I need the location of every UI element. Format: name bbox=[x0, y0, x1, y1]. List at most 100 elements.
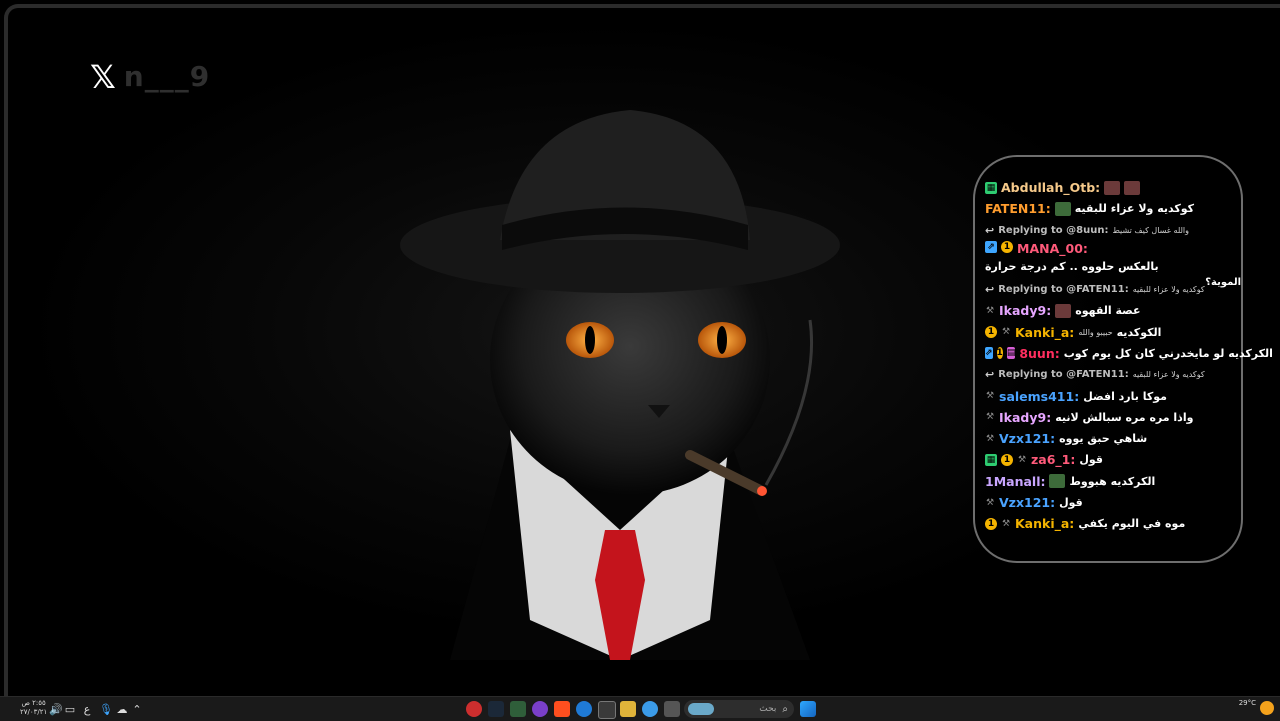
chat-message[interactable]: ▦ Abdullah_Otb: bbox=[985, 177, 1241, 198]
chat-message[interactable]: ⚒ Ikady9: عصة القهوه bbox=[985, 300, 1241, 321]
chat-message-text: شاهي حبق يووه bbox=[1059, 432, 1148, 446]
chat-emote-icon bbox=[1054, 201, 1071, 216]
chat-message-text: قول bbox=[1079, 453, 1104, 467]
reply-quoted-text: كوكديه ولا عزاء للبقيه bbox=[1132, 370, 1205, 380]
gold-badge-icon: 1 bbox=[985, 517, 997, 530]
chat-message-text: كوكديه ولا عزاء للبقيه bbox=[1074, 202, 1195, 216]
moderator-badge-icon: ⚒ bbox=[1001, 518, 1011, 529]
chat-message[interactable]: FATEN11: كوكديه ولا عزاء للبقيه bbox=[985, 198, 1241, 219]
chat-subtext: حبيبو والله bbox=[1078, 327, 1113, 337]
xbox-icon[interactable] bbox=[510, 701, 526, 717]
chat-message-text: موكا بارد افضل bbox=[1083, 389, 1167, 403]
reply-label: Replying to @8uun: bbox=[998, 224, 1109, 236]
chat-emote-icon bbox=[1124, 180, 1141, 195]
search-highlight-image bbox=[688, 703, 714, 715]
chat-username[interactable]: 8uun: bbox=[1019, 346, 1059, 361]
verified-badge-icon: ▦ bbox=[985, 453, 997, 466]
verified-badge-icon: ▦ bbox=[985, 181, 997, 194]
brave-browser-icon[interactable] bbox=[554, 701, 570, 717]
calculator-icon[interactable] bbox=[598, 701, 616, 719]
chat-emote-icon bbox=[1104, 180, 1121, 195]
search-icon: ⌕ bbox=[782, 703, 788, 715]
moderator-badge-icon: ⚒ bbox=[1001, 327, 1011, 338]
cat-wallpaper-art bbox=[400, 110, 840, 660]
chrome-icon[interactable] bbox=[642, 701, 658, 717]
taskbar-search[interactable]: بحث ⌕ bbox=[684, 700, 794, 718]
x-logo-icon: 𝕏 bbox=[90, 57, 116, 96]
chat-username[interactable]: Kanki_a: bbox=[1015, 516, 1074, 531]
chat-message[interactable]: ⚒ Vzx121: قول bbox=[985, 492, 1241, 513]
subscriber-badge-icon: ⇗ bbox=[985, 347, 993, 360]
reply-quoted-text: كوكديه ولا عزاء للبقيه bbox=[1132, 285, 1205, 295]
chat-message[interactable]: 1Manall: الكركديه هبووط bbox=[985, 471, 1241, 492]
moderator-badge-icon: ⚒ bbox=[1017, 454, 1027, 465]
taskbar-clock[interactable]: ٢:٥٥ ص ٢٧/٠٣/٢١ bbox=[20, 699, 47, 717]
reply-arrow-icon: ↩ bbox=[985, 368, 995, 382]
volume-icon[interactable]: 🔊 bbox=[49, 701, 63, 717]
taskbar: ٢:٥٥ ص ٢٧/٠٣/٢١ 🔊 ▭ ع 🎙 ☁ ⌃ بحث ⌕ 29°C bbox=[0, 696, 1280, 721]
chat-username[interactable]: 1Manall: bbox=[985, 474, 1045, 489]
app-icon-window[interactable] bbox=[664, 701, 680, 717]
microphone-icon[interactable]: 🎙 bbox=[99, 701, 113, 717]
chat-message-text: الكركديه هبووط bbox=[1069, 474, 1156, 488]
onedrive-icon[interactable]: ☁ bbox=[116, 701, 128, 717]
reply-arrow-icon: ↩ bbox=[985, 283, 995, 297]
gold-badge-icon: 1 bbox=[1001, 240, 1013, 253]
file-explorer-icon[interactable] bbox=[620, 701, 636, 717]
weather-widget[interactable]: 29°C bbox=[1238, 699, 1256, 708]
chat-message[interactable]: ⇗ 1 ▤ 8uun: الكركديه لو مايخدرني كان كل يوم … bbox=[985, 343, 1273, 364]
windows-start-icon[interactable] bbox=[800, 701, 816, 717]
chat-message[interactable]: 1 ⚒ Kanki_a: حبيبو والله الكوكديه bbox=[985, 321, 1241, 342]
reply-label: Replying to @FATEN11: bbox=[998, 369, 1129, 381]
subscriber-badge-icon: ⇗ bbox=[985, 240, 997, 253]
chat-message-text: الكركديه لو مايخدرني كان كل يوم كوب bbox=[1063, 346, 1273, 360]
gift-badge-icon: ▤ bbox=[1006, 347, 1016, 360]
chat-username[interactable]: MANA_00: bbox=[1017, 241, 1088, 256]
app-icon-discord[interactable] bbox=[532, 701, 548, 717]
chat-emote-icon bbox=[1049, 474, 1066, 489]
moderator-badge-icon: ⚒ bbox=[985, 305, 995, 316]
moderator-badge-icon: ⚒ bbox=[985, 412, 995, 423]
moderator-badge-icon: ⚒ bbox=[985, 433, 995, 444]
gold-badge-icon: 1 bbox=[985, 326, 997, 339]
chat-message[interactable]: ▦ 1 ⚒ za6_1: قول bbox=[985, 449, 1241, 470]
chat-message[interactable]: ⚒ Vzx121: شاهي حبق يووه bbox=[985, 428, 1241, 449]
stream-chat-overlay: ▦ Abdullah_Otb: FATEN11: كوكديه ولا عزاء لل… bbox=[973, 155, 1273, 563]
chat-message[interactable]: 1 ⚒ Kanki_a: موه في اليوم يكفي bbox=[985, 513, 1241, 534]
gold-badge-icon: 1 bbox=[996, 347, 1003, 360]
chat-message-text: قول bbox=[1059, 496, 1083, 509]
chat-username[interactable]: za6_1: bbox=[1031, 452, 1075, 467]
language-indicator[interactable]: ع bbox=[82, 701, 92, 717]
tray-chevron-up-icon[interactable]: ⌃ bbox=[132, 701, 142, 717]
chat-message-list[interactable]: ▦ Abdullah_Otb: FATEN11: كوكديه ولا عزاء لل… bbox=[985, 177, 1273, 534]
chat-emote-icon bbox=[1055, 303, 1072, 318]
chat-username[interactable]: Vzx121: bbox=[999, 431, 1055, 446]
chat-username[interactable]: FATEN11: bbox=[985, 201, 1051, 216]
chat-message-text: واذا مره مره سبالش لانيه bbox=[1055, 410, 1194, 424]
moderator-badge-icon: ⚒ bbox=[985, 391, 995, 402]
chat-message-text: عصة القهوه bbox=[1075, 304, 1141, 318]
chat-username[interactable]: Kanki_a: bbox=[1015, 325, 1074, 340]
chat-message-text: الكوكديه bbox=[1116, 325, 1162, 339]
chat-username[interactable]: Abdullah_Otb: bbox=[1001, 180, 1100, 195]
moderator-badge-icon: ⚒ bbox=[985, 497, 995, 508]
outlook-icon[interactable] bbox=[576, 701, 592, 717]
display-icon[interactable]: ▭ bbox=[64, 701, 76, 717]
chat-reply-context[interactable]: ↩ Replying to @8uun: والله غسال كيف تشيط bbox=[985, 220, 1241, 241]
chat-username[interactable]: Ikady9: bbox=[999, 303, 1051, 318]
chat-username[interactable]: salems411: bbox=[999, 389, 1079, 404]
chat-message[interactable]: ⚒ salems411: موكا بارد افضل bbox=[985, 385, 1241, 406]
weather-temp: 29°C bbox=[1238, 699, 1256, 707]
chat-message[interactable]: ⚒ Ikady9: واذا مره مره سبالش لانيه bbox=[985, 407, 1241, 428]
reply-arrow-icon: ↩ bbox=[985, 223, 995, 237]
clock-time: ٢:٥٥ ص bbox=[21, 699, 46, 707]
chat-reply-context[interactable]: ↩ Replying to @FATEN11: كوكديه ولا عزاء لل… bbox=[985, 364, 1241, 385]
app-icon-1[interactable] bbox=[466, 701, 482, 717]
steam-icon[interactable] bbox=[488, 701, 504, 717]
chat-message[interactable]: ⇗ 1 MANA_00: بالعكس حلووه .. كم درجة حرارة ا… bbox=[985, 240, 1241, 288]
reply-label: Replying to @FATEN11: bbox=[998, 284, 1129, 296]
chat-message-text: بالعكس حلووه .. كم درجة حرارة bbox=[985, 259, 1159, 273]
chat-username[interactable]: Vzx121: bbox=[999, 495, 1055, 510]
chat-username[interactable]: Ikady9: bbox=[999, 410, 1051, 425]
handle-name: n___9 bbox=[123, 60, 211, 93]
